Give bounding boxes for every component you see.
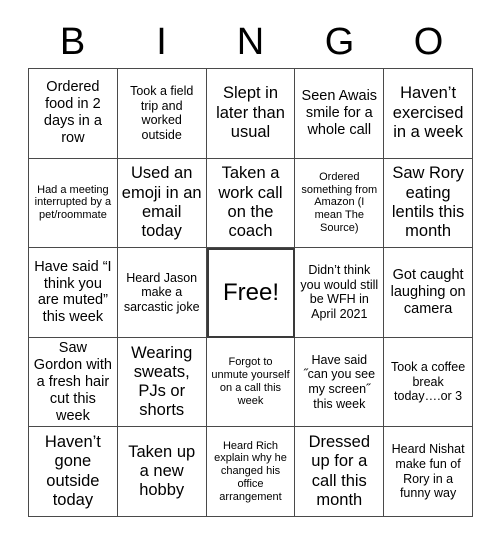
bingo-cell[interactable]: Had a meeting interrupted by a pet/roomm… (29, 158, 118, 249)
bingo-cell[interactable]: Slept in later than usual (206, 69, 296, 159)
bingo-cell[interactable]: Took a field trip and worked outside (117, 69, 207, 159)
bingo-cell[interactable]: Saw Gordon with a fresh hair cut this we… (29, 337, 118, 428)
bingo-header-row: B I N G O (28, 16, 473, 68)
bingo-cell[interactable]: Haven’t gone outside today (29, 427, 118, 517)
bingo-cell-label: Have said “I think you are muted” this w… (34, 258, 112, 326)
bingo-cell-label: Saw Rory eating lentils this month (391, 164, 465, 241)
bingo-cell[interactable]: Ordered food in 2 days in a row (29, 69, 118, 159)
bingo-cell-label: Took a field trip and worked outside (130, 84, 194, 142)
bingo-cell-label: Used an emoji in an email today (121, 164, 202, 241)
bingo-cell[interactable]: Forgot to unmute yourself on a call this… (206, 337, 296, 428)
bingo-header-letter-b: B (59, 21, 86, 63)
bingo-free-space[interactable]: Free! (206, 248, 296, 338)
bingo-cell-label: Wearing sweats, PJs or shorts (131, 343, 193, 420)
bingo-cell-label: Forgot to unmute yourself on a call this… (211, 356, 290, 407)
bingo-cell[interactable]: Didn’t think you would still be WFH in A… (295, 248, 385, 338)
bingo-cell-label: Ordered something from Amazon (I mean Th… (301, 170, 378, 235)
bingo-cell-label: Heard Jason make a sarcastic joke (123, 270, 200, 314)
bingo-cell-label: Dressed up for a call this month (308, 433, 371, 509)
bingo-cell[interactable]: Ordered something from Amazon (I mean Th… (295, 158, 385, 249)
bingo-cell[interactable]: Got caught laughing on camera (384, 248, 473, 338)
bingo-cell[interactable]: Heard Jason make a sarcastic joke (117, 248, 207, 338)
bingo-cell-label: Taken a work call on the coach (218, 164, 283, 241)
bingo-cell[interactable]: Dressed up for a call this month (295, 427, 385, 517)
bingo-cell-label: Had a meeting interrupted by a pet/roomm… (34, 183, 112, 222)
bingo-grid: Ordered food in 2 days in a row Took a fi… (28, 68, 473, 517)
bingo-cell-label: Took a coffee break today….or 3 (391, 360, 466, 404)
bingo-cell-label: Haven’t gone outside today (44, 433, 101, 509)
bingo-cell[interactable]: Took a coffee break today….or 3 (384, 337, 473, 428)
bingo-header-letter-n: N (236, 21, 265, 63)
bingo-cell-label: Seen Awais smile for a whole call (301, 87, 378, 138)
bingo-cell[interactable]: Haven’t exercised in a week (384, 69, 473, 159)
bingo-cell-label: Heard Rich explain why he changed his of… (214, 439, 287, 503)
bingo-cell[interactable]: Heard Nishat make fun of Rory in a funny… (384, 427, 473, 517)
bingo-cell[interactable]: Heard Rich explain why he changed his of… (206, 427, 296, 517)
bingo-cell-label: Heard Nishat make fun of Rory in a funny… (391, 442, 465, 501)
bingo-cell-label: Haven’t exercised in a week (392, 84, 464, 141)
bingo-cell[interactable]: Used an emoji in an email today (117, 158, 207, 249)
bingo-cell[interactable]: Have said ˝can you see my screen˝ this w… (295, 337, 385, 428)
bingo-cell-label: Free! (222, 278, 279, 306)
bingo-header-letter-o: O (413, 21, 444, 63)
bingo-cell[interactable]: Wearing sweats, PJs or shorts (117, 337, 207, 428)
bingo-card: B I N G O Ordered food in 2 days in a ro… (0, 0, 500, 544)
bingo-cell[interactable]: Have said “I think you are muted” this w… (29, 248, 118, 338)
bingo-cell-label: Saw Gordon with a fresh hair cut this we… (33, 339, 112, 424)
bingo-cell[interactable]: Seen Awais smile for a whole call (295, 69, 385, 159)
bingo-cell[interactable]: Taken up a new hobby (117, 427, 207, 517)
bingo-cell-label: Didn’t think you would still be WFH in A… (300, 263, 379, 322)
bingo-cell-label: Slept in later than usual (216, 84, 285, 141)
bingo-cell-label: Got caught laughing on camera (390, 267, 466, 317)
bingo-cell-label: Have said ˝can you see my screen˝ this w… (303, 352, 376, 411)
bingo-cell-label: Ordered food in 2 days in a row (43, 79, 102, 147)
bingo-header-letter-g: G (324, 21, 355, 63)
bingo-cell-label: Taken up a new hobby (128, 442, 196, 500)
bingo-cell[interactable]: Taken a work call on the coach (206, 158, 296, 249)
bingo-header-letter-i: I (156, 21, 167, 63)
bingo-cell[interactable]: Saw Rory eating lentils this month (384, 158, 473, 249)
